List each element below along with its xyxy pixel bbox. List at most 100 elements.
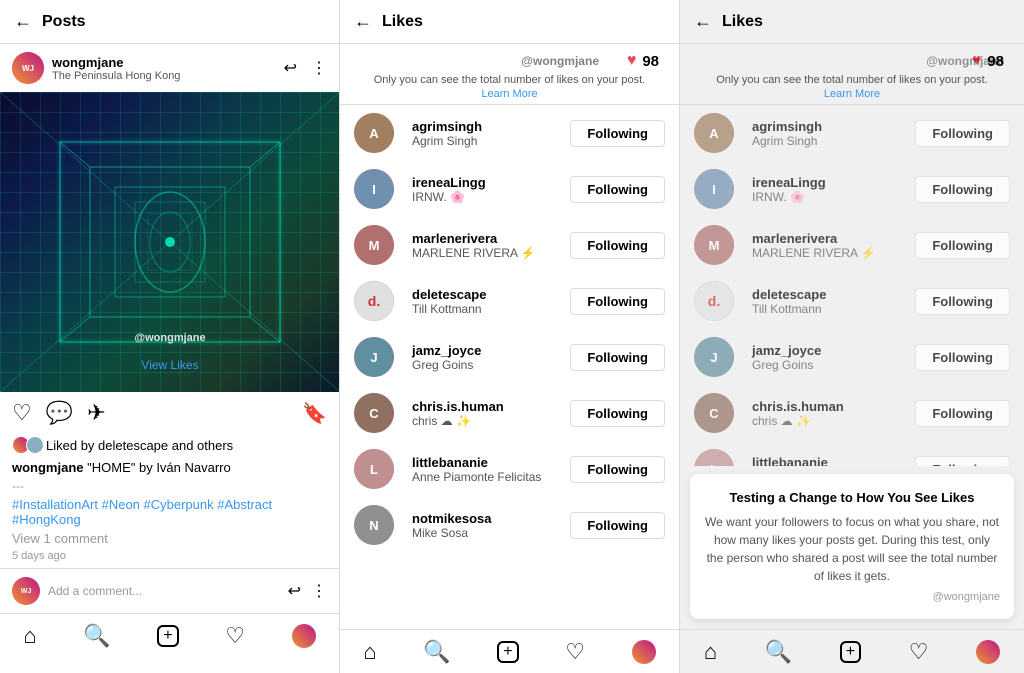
like-user-avatar[interactable]: J (694, 337, 734, 377)
nav3-search[interactable]: 🔍 (765, 639, 792, 665)
learn-more-link[interactable]: Learn More (354, 88, 665, 100)
following-button[interactable]: Following (915, 176, 1010, 203)
post-comment-placeholder[interactable]: Add a comment... (48, 584, 142, 598)
following-button[interactable]: Following (915, 400, 1010, 427)
nav2-home[interactable]: ⌂ (363, 639, 376, 665)
post-user-avatar[interactable]: WJ (12, 52, 44, 84)
following-button[interactable]: Following (915, 456, 1010, 467)
nav2-search[interactable]: 🔍 (423, 639, 450, 665)
like-user-avatar[interactable]: C (354, 393, 394, 433)
following-button[interactable]: Following (915, 288, 1010, 315)
more-icon[interactable]: ⋮ (311, 58, 327, 78)
like-user-info: agrimsinghAgrim Singh (412, 119, 560, 148)
back-icon[interactable]: ← (14, 11, 32, 32)
like-username[interactable]: littlebananie (412, 455, 560, 470)
following-button[interactable]: Following (570, 232, 665, 259)
nav2-profile[interactable] (632, 640, 656, 664)
following-button[interactable]: Following (570, 176, 665, 203)
watermark-p2: @wongmjane (521, 54, 599, 68)
likes-title-3: Likes (722, 13, 1010, 31)
like-user-avatar[interactable]: A (694, 113, 734, 153)
bookmark-icon[interactable]: 🔖 (302, 401, 327, 426)
like-username[interactable]: chris.is.human (412, 399, 560, 414)
like-username[interactable]: chris.is.human (752, 399, 905, 414)
following-button[interactable]: Following (570, 120, 665, 147)
following-button[interactable]: Following (570, 400, 665, 427)
like-user-avatar[interactable]: N (354, 505, 394, 545)
like-item: LlittlebananieAnne Piamonte FelicitasFol… (680, 441, 1024, 466)
like-username[interactable]: jamz_joyce (752, 343, 905, 358)
nav3-add[interactable]: + (840, 641, 861, 663)
like-username[interactable]: marlenerivera (752, 231, 905, 246)
post-username[interactable]: wongmjane (52, 55, 284, 70)
caption-dots: --- (0, 477, 339, 495)
like-item: d. deletescapeTill Kottmann Following (680, 273, 1024, 329)
following-button[interactable]: Following (570, 456, 665, 483)
like-username[interactable]: deletescape (752, 287, 905, 302)
post-hashtags[interactable]: #InstallationArt #Neon #Cyberpunk #Abstr… (0, 495, 339, 529)
share-action-icon[interactable]: ✈ (87, 400, 105, 426)
like-user-info: deletescapeTill Kottmann (752, 287, 905, 316)
nav-home[interactable]: ⌂ (23, 623, 36, 649)
like-user-avatar[interactable]: I (694, 169, 734, 209)
following-button[interactable]: Following (915, 344, 1010, 371)
like-action-icon[interactable]: ♡ (12, 400, 32, 426)
view-likes-link[interactable]: View Likes (141, 358, 198, 372)
nav-add[interactable]: + (157, 625, 178, 647)
nav-heart[interactable]: ♡ (225, 623, 245, 649)
likes-panel-dimmed: ← Likes ♥ 98 Only you can see the total … (680, 0, 1024, 673)
reply-icon[interactable]: ↩ (284, 58, 297, 78)
nav2-heart[interactable]: ♡ (565, 639, 585, 665)
likes-header-3: ← Likes (680, 0, 1024, 44)
like-user-info: ireneaLinggIRNW. 🌸 (412, 175, 560, 204)
like-item: LlittlebananieAnne Piamonte Felicitas Fol… (340, 441, 679, 497)
nav3-profile[interactable] (976, 640, 1000, 664)
likes-back-icon[interactable]: ← (354, 11, 372, 32)
like-user-avatar[interactable]: d. (354, 281, 394, 321)
like-user-avatar[interactable]: I (354, 169, 394, 209)
following-button[interactable]: Following (915, 120, 1010, 147)
following-button[interactable]: Following (570, 512, 665, 539)
like-user-avatar[interactable]: d. (694, 281, 734, 321)
caption-username[interactable]: wongmjane (12, 460, 84, 475)
like-user-avatar[interactable]: M (694, 225, 734, 265)
like-username[interactable]: agrimsingh (752, 119, 905, 134)
nav2-add[interactable]: + (497, 641, 518, 663)
like-user-avatar[interactable]: L (354, 449, 394, 489)
like-item: MmarleneriveraMARLENE RIVERA ⚡Following (340, 217, 679, 273)
like-username[interactable]: agrimsingh (412, 119, 560, 134)
reply-bottom-icon[interactable]: ↩ (288, 581, 301, 601)
posts-title: Posts (42, 13, 325, 31)
like-user-info: notmikesosaMike Sosa (412, 511, 560, 540)
like-username[interactable]: marlenerivera (412, 231, 560, 246)
following-button[interactable]: Following (915, 232, 1010, 259)
like-user-avatar[interactable]: L (694, 449, 734, 466)
post-date: 5 days ago (0, 548, 339, 564)
nav3-heart[interactable]: ♡ (909, 639, 929, 665)
following-button[interactable]: Following (570, 288, 665, 315)
like-user-avatar[interactable]: A (354, 113, 394, 153)
liked-avatars (12, 436, 40, 454)
nav-profile[interactable] (292, 624, 316, 648)
like-username[interactable]: littlebananie (752, 455, 905, 467)
like-username[interactable]: notmikesosa (412, 511, 560, 526)
like-username[interactable]: jamz_joyce (412, 343, 560, 358)
comment-action-icon[interactable]: 💬 (46, 400, 73, 426)
like-username[interactable]: ireneaLingg (412, 175, 560, 190)
learn-more-link-3[interactable]: Learn More (694, 88, 1010, 100)
like-display-name: Agrim Singh (752, 134, 905, 148)
like-user-avatar[interactable]: J (354, 337, 394, 377)
likes-back-icon-3[interactable]: ← (694, 11, 712, 32)
like-user-avatar[interactable]: C (694, 393, 734, 433)
post-comments[interactable]: View 1 comment (0, 529, 339, 548)
following-button[interactable]: Following (570, 344, 665, 371)
nav3-home[interactable]: ⌂ (704, 639, 717, 665)
like-user-avatar[interactable]: M (354, 225, 394, 265)
like-username[interactable]: ireneaLingg (752, 175, 905, 190)
more-bottom-icon[interactable]: ⋮ (311, 581, 327, 601)
like-username[interactable]: deletescape (412, 287, 560, 302)
nav-search[interactable]: 🔍 (83, 623, 110, 649)
bottom-nav-1: ⌂ 🔍 + ♡ (0, 613, 339, 657)
like-display-name: Anne Piamonte Felicitas (412, 470, 560, 484)
like-item: IireneaLinggIRNW. 🌸 Following (340, 161, 679, 217)
